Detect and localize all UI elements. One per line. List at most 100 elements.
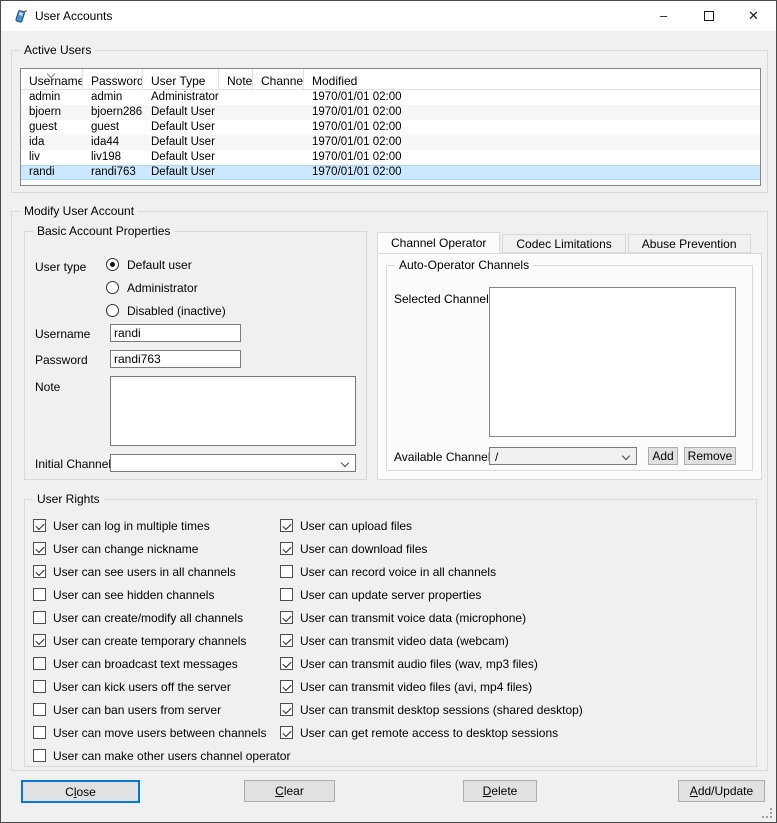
minimize-button[interactable]: – xyxy=(641,1,686,30)
resize-grip[interactable] xyxy=(760,806,772,818)
checkbox-label: User can move users between channels xyxy=(53,726,266,740)
checkbox-label: User can kick users off the server xyxy=(53,680,231,694)
table-row-randi[interactable]: randirandi763Default User1970/01/01 02:0… xyxy=(21,165,760,180)
checkbox-label: User can create temporary channels xyxy=(53,634,246,648)
checkbox-user-can-see-hidden-channels[interactable]: User can see hidden channels xyxy=(33,583,290,606)
checkbox-user-can-log-in-multiple-times[interactable]: User can log in multiple times xyxy=(33,514,290,537)
checkbox-user-can-make-other-users-channel-operator[interactable]: User can make other users channel operat… xyxy=(33,744,290,767)
tab-channel-operator[interactable]: Channel Operator xyxy=(377,232,500,253)
tab-bar: Channel OperatorCodec LimitationsAbuse P… xyxy=(377,232,753,253)
titlebar[interactable]: User Accounts – ✕ xyxy=(1,1,776,31)
cell-password: randi763 xyxy=(83,165,143,180)
checkbox-user-can-change-nickname[interactable]: User can change nickname xyxy=(33,537,290,560)
available-channels-value: / xyxy=(495,450,498,464)
radio-label: Disabled (inactive) xyxy=(127,304,226,318)
close-button[interactable]: Close xyxy=(21,780,140,803)
username-label: Username xyxy=(35,327,90,341)
close-icon: ✕ xyxy=(748,8,759,24)
cell-username: randi xyxy=(21,165,83,180)
checkbox-user-can-broadcast-text-messages[interactable]: User can broadcast text messages xyxy=(33,652,290,675)
initial-channel-combobox[interactable] xyxy=(110,454,356,472)
table-row-admin[interactable]: adminadminAdministrator1970/01/01 02:00 xyxy=(21,90,760,105)
table-row-guest[interactable]: guestguestDefault User1970/01/01 02:00 xyxy=(21,120,760,135)
remove-channel-button[interactable]: Remove xyxy=(684,447,736,465)
checkbox-user-can-create-modify-all-channels[interactable]: User can create/modify all channels xyxy=(33,606,290,629)
checkbox-user-can-upload-files[interactable]: User can upload files xyxy=(280,514,583,537)
table-row-ida[interactable]: idaida44Default User1970/01/01 02:00 xyxy=(21,135,760,150)
maximize-button[interactable] xyxy=(686,1,731,30)
initial-channel-label: Initial Channel xyxy=(35,457,111,471)
selected-channels-listbox[interactable] xyxy=(489,287,736,437)
column-header-channel[interactable]: Channel xyxy=(253,69,304,89)
cell-modified: 1970/01/01 02:00 xyxy=(304,135,760,150)
password-field[interactable] xyxy=(110,350,241,368)
delete-button[interactable]: Delete xyxy=(463,780,537,802)
checkbox-user-can-update-server-properties[interactable]: User can update server properties xyxy=(280,583,583,606)
window-title: User Accounts xyxy=(35,9,112,23)
cell-user_type: Default User xyxy=(143,150,219,165)
table-row-liv[interactable]: livliv198Default User1970/01/01 02:00 xyxy=(21,150,760,165)
user-accounts-window: User Accounts – ✕ Active Users UsernameP… xyxy=(0,0,777,823)
checkbox-user-can-move-users-between-channels[interactable]: User can move users between channels xyxy=(33,721,290,744)
available-channels-combobox[interactable]: / xyxy=(489,447,637,465)
checkbox-label: User can record voice in all channels xyxy=(300,565,496,579)
checkbox-checked-icon xyxy=(280,703,293,716)
checkbox-checked-icon xyxy=(33,565,46,578)
cell-channel xyxy=(253,165,304,180)
close-window-button[interactable]: ✕ xyxy=(731,1,776,30)
password-label: Password xyxy=(35,353,88,367)
checkbox-user-can-kick-users-off-the-server[interactable]: User can kick users off the server xyxy=(33,675,290,698)
checkbox-unchecked-icon xyxy=(33,726,46,739)
checkbox-user-can-download-files[interactable]: User can download files xyxy=(280,537,583,560)
users-table[interactable]: UsernamePasswordUser TypeNoteChannelModi… xyxy=(20,68,761,186)
checkbox-label: User can transmit video data (webcam) xyxy=(300,634,509,648)
table-row-bjoern[interactable]: bjoernbjoern286Default User1970/01/01 02… xyxy=(21,105,760,120)
cell-password: liv198 xyxy=(83,150,143,165)
checkbox-user-can-transmit-desktop-sessions-shared-desktop-[interactable]: User can transmit desktop sessions (shar… xyxy=(280,698,583,721)
username-field[interactable] xyxy=(110,324,241,342)
checkbox-user-can-transmit-video-files-avi-mp4-files-[interactable]: User can transmit video files (avi, mp4 … xyxy=(280,675,583,698)
checkbox-user-can-transmit-voice-data-microphone-[interactable]: User can transmit voice data (microphone… xyxy=(280,606,583,629)
note-label: Note xyxy=(35,380,60,394)
column-header-password[interactable]: Password xyxy=(83,69,143,89)
column-header-modified[interactable]: Modified xyxy=(304,69,760,89)
cell-note xyxy=(219,150,253,165)
checkbox-user-can-ban-users-from-server[interactable]: User can ban users from server xyxy=(33,698,290,721)
user-type-radio-administrator[interactable]: Administrator xyxy=(106,279,226,296)
checkbox-user-can-create-temporary-channels[interactable]: User can create temporary channels xyxy=(33,629,290,652)
tab-codec-limitations[interactable]: Codec Limitations xyxy=(502,234,625,253)
checkbox-unchecked-icon xyxy=(33,749,46,762)
checkbox-label: User can see hidden channels xyxy=(53,588,214,602)
users-table-header[interactable]: UsernamePasswordUser TypeNoteChannelModi… xyxy=(21,69,760,90)
checkbox-user-can-transmit-video-data-webcam-[interactable]: User can transmit video data (webcam) xyxy=(280,629,583,652)
checkbox-user-can-record-voice-in-all-channels[interactable]: User can record voice in all channels xyxy=(280,560,583,583)
note-field[interactable] xyxy=(110,376,356,446)
cell-channel xyxy=(253,150,304,165)
add-update-button[interactable]: Add/Update xyxy=(678,780,765,802)
radio-icon xyxy=(106,281,119,294)
checkbox-checked-icon xyxy=(280,634,293,647)
button-label-part: A xyxy=(690,784,698,798)
column-header-note[interactable]: Note xyxy=(219,69,253,89)
checkbox-label: User can broadcast text messages xyxy=(53,657,238,671)
button-label-part: ose xyxy=(76,785,95,799)
maximize-icon xyxy=(704,11,714,21)
checkbox-user-can-see-users-in-all-channels[interactable]: User can see users in all channels xyxy=(33,560,290,583)
chevron-down-icon xyxy=(341,459,349,467)
checkbox-checked-icon xyxy=(33,519,46,532)
cell-username: liv xyxy=(21,150,83,165)
column-header-user-type[interactable]: User Type xyxy=(143,69,219,89)
clear-button[interactable]: Clear xyxy=(244,780,335,802)
checkbox-checked-icon xyxy=(280,519,293,532)
checkbox-label: User can get remote access to desktop se… xyxy=(300,726,558,740)
user-type-radio-default-user[interactable]: Default user xyxy=(106,256,226,273)
user-type-radio-disabled-inactive-[interactable]: Disabled (inactive) xyxy=(106,302,226,319)
tab-abuse-prevention[interactable]: Abuse Prevention xyxy=(628,234,751,253)
selected-channels-label: Selected Channels xyxy=(394,292,495,306)
checkbox-label: User can make other users channel operat… xyxy=(53,749,290,763)
add-channel-button[interactable]: Add xyxy=(648,447,678,465)
checkbox-user-can-transmit-audio-files-wav-mp3-files-[interactable]: User can transmit audio files (wav, mp3 … xyxy=(280,652,583,675)
channel-operator-tab-page: Auto-Operator Channels Selected Channels… xyxy=(377,253,762,480)
checkbox-user-can-get-remote-access-to-desktop-sessions[interactable]: User can get remote access to desktop se… xyxy=(280,721,583,744)
checkbox-label: User can download files xyxy=(300,542,427,556)
